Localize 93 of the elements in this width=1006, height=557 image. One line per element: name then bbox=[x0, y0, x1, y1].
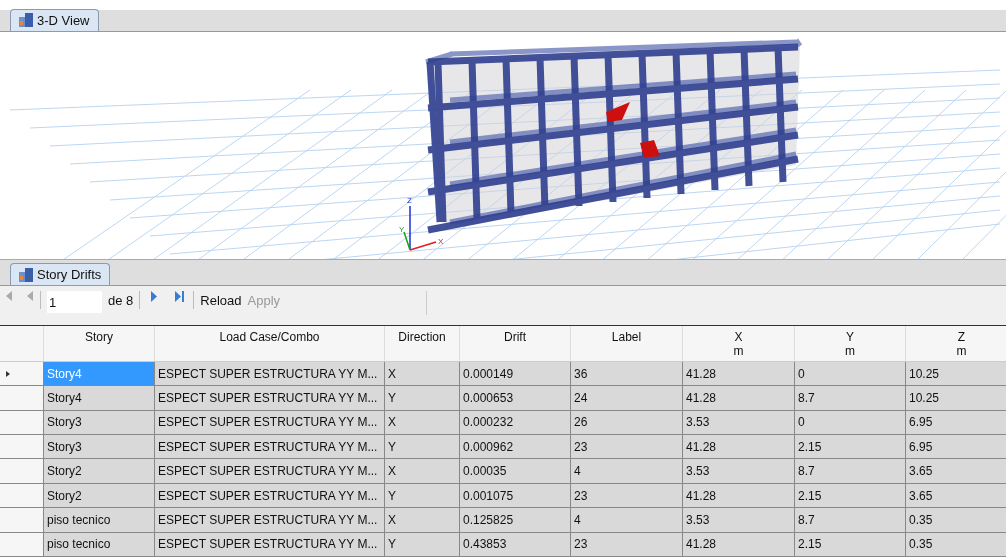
table-cell: 0.000232 bbox=[460, 410, 571, 435]
column-header[interactable]: Story bbox=[44, 325, 155, 361]
table-cell: Story4 bbox=[44, 386, 155, 410]
panel-tab[interactable]: 3-D View bbox=[10, 8, 99, 31]
table-cell: 4 bbox=[571, 459, 683, 483]
row-header[interactable] bbox=[0, 483, 44, 508]
table-cell: 3.65 bbox=[906, 483, 1006, 508]
table-cell: Y bbox=[385, 532, 460, 556]
first-page-icon[interactable] bbox=[4, 291, 12, 302]
table-cell: 2.15 bbox=[795, 532, 906, 556]
table-cell: 0.43853 bbox=[460, 532, 571, 556]
current-row-icon bbox=[6, 370, 10, 377]
table-cell: 26 bbox=[571, 410, 683, 435]
table-cell: 0.000962 bbox=[460, 435, 571, 459]
column-header[interactable]: Drift bbox=[460, 325, 571, 361]
last-page-icon[interactable] bbox=[174, 291, 186, 303]
next-icon[interactable] bbox=[150, 291, 159, 303]
table-cell: 0.000149 bbox=[460, 361, 571, 386]
table-cell: 41.28 bbox=[683, 532, 795, 556]
table-cell: Story3 bbox=[44, 435, 155, 459]
table-cell: X bbox=[385, 459, 460, 483]
table-cell: piso tecnico bbox=[44, 532, 155, 556]
reload-button[interactable]: Reload bbox=[200, 291, 242, 311]
table-cell: 36 bbox=[571, 361, 683, 386]
table-cell: 23 bbox=[571, 532, 683, 556]
table-cell: Story4 bbox=[44, 361, 155, 386]
table-cell: 3.65 bbox=[906, 459, 1006, 483]
table-cell: 0.35 bbox=[906, 508, 1006, 532]
page-field[interactable]: 1 bbox=[47, 291, 102, 314]
table-cell: 3.53 bbox=[683, 459, 795, 483]
table-cell: ESPECT SUPER ESTRUCTURA YY M... bbox=[155, 532, 385, 556]
row-header[interactable] bbox=[0, 410, 44, 435]
table-cell: Y bbox=[385, 435, 460, 459]
table-cell: ESPECT SUPER ESTRUCTURA YY M... bbox=[155, 386, 385, 410]
table-cell: 8.7 bbox=[795, 508, 906, 532]
row-header[interactable] bbox=[0, 386, 44, 410]
previous-icon[interactable] bbox=[26, 291, 34, 302]
table-cell: 24 bbox=[571, 386, 683, 410]
table-cell: X bbox=[385, 508, 460, 532]
column-header[interactable]: Direction bbox=[385, 325, 460, 361]
axis-triad-drawing: Z Y X bbox=[398, 191, 448, 254]
table-cell: 2.15 bbox=[795, 435, 906, 459]
table-cell: Y bbox=[385, 386, 460, 410]
table-cell: Story2 bbox=[44, 483, 155, 508]
table-cell: 41.28 bbox=[683, 483, 795, 508]
table-cell: 0.35 bbox=[906, 532, 1006, 556]
table-cell: 41.28 bbox=[683, 386, 795, 410]
table-cell: ESPECT SUPER ESTRUCTURA YY M... bbox=[155, 410, 385, 435]
table-cell: 3.53 bbox=[683, 410, 795, 435]
table-cell: X bbox=[385, 361, 460, 386]
row-header[interactable] bbox=[0, 361, 44, 386]
row-header[interactable] bbox=[0, 435, 44, 459]
row-header[interactable] bbox=[0, 508, 44, 532]
row-header[interactable] bbox=[0, 459, 44, 483]
table-cell: 41.28 bbox=[683, 435, 795, 459]
table-cell: 0 bbox=[795, 410, 906, 435]
table-cell: 3.53 bbox=[683, 508, 795, 532]
table-cell: 23 bbox=[571, 483, 683, 508]
table-cell: X bbox=[385, 410, 460, 435]
table-cell: 0.001075 bbox=[460, 483, 571, 508]
page-count: de 8 bbox=[108, 292, 134, 311]
table-cell: 0.125825 bbox=[460, 508, 571, 532]
table-cell: Story2 bbox=[44, 459, 155, 483]
table-cell: ESPECT SUPER ESTRUCTURA YY M... bbox=[155, 435, 385, 459]
building-icon bbox=[19, 13, 33, 28]
column-header[interactable]: Z m bbox=[906, 325, 1006, 361]
row-header[interactable] bbox=[0, 532, 44, 556]
table-cell: 8.7 bbox=[795, 459, 906, 483]
table-cell: piso tecnico bbox=[44, 508, 155, 532]
table-cell: 4 bbox=[571, 508, 683, 532]
table-cell: 23 bbox=[571, 435, 683, 459]
table-cell: 0 bbox=[795, 361, 906, 386]
table-cell: Story3 bbox=[44, 410, 155, 435]
table-cell: ESPECT SUPER ESTRUCTURA YY M... bbox=[155, 361, 385, 386]
column-header[interactable]: Label bbox=[571, 325, 683, 361]
table-cell: 6.95 bbox=[906, 435, 1006, 459]
panel-tab[interactable]: Story Drifts bbox=[10, 263, 111, 286]
table-cell: 10.25 bbox=[906, 386, 1006, 410]
column-header[interactable]: Y m bbox=[795, 325, 906, 361]
table-cell: 2.15 bbox=[795, 483, 906, 508]
table-cell: 0.000653 bbox=[460, 386, 571, 410]
table-cell: Y bbox=[385, 483, 460, 508]
table-cell: 0.00035 bbox=[460, 459, 571, 483]
column-header[interactable]: X m bbox=[683, 325, 795, 361]
table-cell: 6.95 bbox=[906, 410, 1006, 435]
table-cell: 41.28 bbox=[683, 361, 795, 386]
column-header[interactable]: Load Case/Combo bbox=[155, 325, 385, 361]
table-cell: ESPECT SUPER ESTRUCTURA YY M... bbox=[155, 459, 385, 483]
table-cell: 10.25 bbox=[906, 361, 1006, 386]
building-icon bbox=[19, 267, 33, 282]
table-cell: 8.7 bbox=[795, 386, 906, 410]
table-cell: ESPECT SUPER ESTRUCTURA YY M... bbox=[155, 508, 385, 532]
table-cell: ESPECT SUPER ESTRUCTURA YY M... bbox=[155, 483, 385, 508]
